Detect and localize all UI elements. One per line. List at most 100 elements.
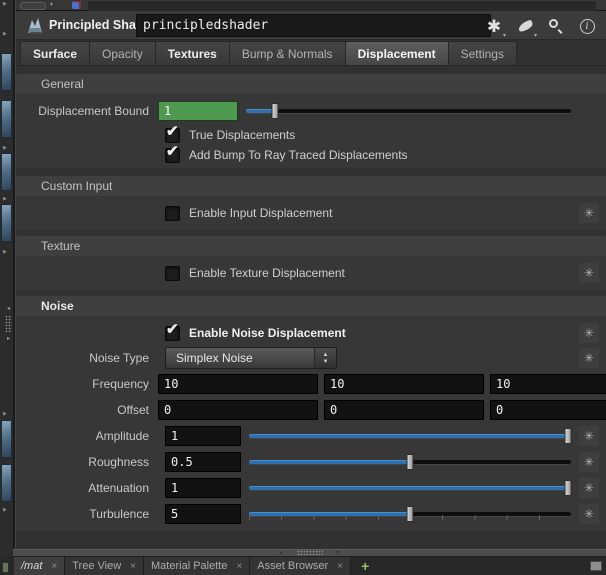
param-label: Amplitude (16, 429, 158, 443)
slider-fill (249, 512, 410, 516)
displacement-bound-slider[interactable] (246, 103, 571, 119)
shelf-thumbnail (2, 562, 9, 573)
node-name-input[interactable] (136, 14, 491, 37)
turbulence-slider[interactable] (249, 506, 571, 522)
shelf-thumbnail[interactable] (1, 420, 12, 458)
gear-menu-icon[interactable]: ✱ ▾ (483, 14, 505, 38)
shelf-arrow-icon[interactable]: ▶ (3, 2, 7, 7)
section-texture: Enable Texture Displacement ✳ (16, 256, 606, 290)
attenuation-slider[interactable] (249, 480, 571, 496)
shelf-arrow-icon[interactable]: ▶ (3, 32, 7, 37)
slider-handle[interactable] (272, 103, 279, 119)
shelf-arrow-icon[interactable]: ▶ (3, 508, 7, 513)
pane-tab-mat[interactable]: /mat × (14, 557, 65, 575)
slider-track[interactable] (246, 109, 571, 113)
tab-settings[interactable]: Settings (448, 41, 517, 65)
section-header-custom-input[interactable]: Custom Input (16, 176, 606, 196)
shelf-arrow-icon[interactable]: ▶ (3, 197, 7, 202)
param-label: Noise Type (16, 351, 158, 365)
new-tab-button[interactable]: + (351, 557, 379, 575)
parameter-pane: General Displacement Bound ✔ True Displa… (16, 66, 606, 549)
offset-x-input[interactable] (158, 400, 318, 420)
shelf-thumbnail[interactable] (1, 464, 12, 502)
splitter-grip-dots[interactable] (5, 315, 12, 333)
apply-material-brush-icon[interactable]: ▾ (514, 14, 536, 38)
param-menu-gear-icon[interactable]: ✳ (579, 263, 599, 283)
slider-handle[interactable] (407, 454, 414, 470)
offset-z-input[interactable] (490, 400, 606, 420)
slider-fill (249, 460, 410, 464)
param-menu-gear-icon[interactable]: ✳ (579, 426, 599, 446)
pane-corner-handle[interactable] (590, 561, 602, 571)
param-menu-gear-icon[interactable]: ✳ (579, 348, 599, 368)
roughness-input[interactable] (165, 452, 241, 472)
close-icon[interactable]: × (130, 561, 136, 572)
info-button[interactable]: i (576, 14, 598, 38)
amplitude-input[interactable] (165, 426, 241, 446)
param-menu-gear-icon[interactable]: ✳ (579, 504, 599, 524)
slider-handle[interactable] (407, 506, 414, 522)
displacement-bound-input[interactable] (158, 101, 238, 121)
section-header-texture[interactable]: Texture (16, 236, 606, 256)
add-bump-checkbox[interactable]: ✔ (165, 148, 180, 163)
param-row-enable-input: Enable Input Displacement ✳ (16, 196, 606, 230)
pane-tab-asset-browser[interactable]: Asset Browser × (250, 557, 351, 575)
shelf-thumbnail[interactable] (1, 100, 12, 138)
enable-noise-checkbox[interactable]: ✔ (165, 326, 180, 341)
attenuation-input[interactable] (165, 478, 241, 498)
upper-pane-field (88, 2, 596, 11)
pane-tab-tree-view[interactable]: Tree View × (65, 557, 144, 575)
divider-grip[interactable] (297, 550, 323, 556)
enable-input-checkbox[interactable] (165, 206, 180, 221)
shelf-thumbnail[interactable] (1, 204, 12, 242)
section-header-noise[interactable]: Noise (16, 296, 606, 316)
param-menu-gear-icon[interactable]: ✳ (579, 452, 599, 472)
param-row-true-displacements: ✔ True Displacements (16, 125, 606, 145)
amplitude-slider[interactable] (249, 428, 571, 444)
enable-texture-checkbox[interactable] (165, 266, 180, 281)
check-icon: ✔ (166, 142, 179, 160)
shelf-thumbnail[interactable] (1, 153, 12, 191)
collapse-up-icon[interactable]: ▴ (279, 550, 282, 556)
frequency-y-input[interactable] (324, 374, 484, 394)
section-header-general[interactable]: General (16, 74, 606, 94)
roughness-slider[interactable] (249, 454, 571, 470)
param-row-frequency: Frequency ✳ (16, 371, 606, 397)
tab-surface[interactable]: Surface (20, 41, 90, 65)
slider-handle[interactable] (564, 480, 571, 496)
tab-bump-normals[interactable]: Bump & Normals (229, 41, 346, 65)
tab-displacement[interactable]: Displacement (345, 41, 449, 65)
upper-pane-button[interactable] (20, 2, 46, 10)
tab-textures[interactable]: Textures (155, 41, 230, 65)
search-button[interactable] (545, 14, 567, 38)
section-noise: ✔ Enable Noise Displacement ✳ Noise Type… (16, 316, 606, 531)
param-row-enable-noise: ✔ Enable Noise Displacement ✳ (16, 321, 606, 345)
param-menu-gear-icon[interactable]: ✳ (579, 323, 599, 343)
offset-y-input[interactable] (324, 400, 484, 420)
splitter-right-icon[interactable]: ▸ (7, 336, 10, 342)
check-icon: ✔ (166, 122, 179, 140)
pane-splitter-grip[interactable]: ◂ ▸ (4, 306, 13, 342)
pane-tab-material-palette[interactable]: Material Palette × (144, 557, 250, 575)
checkbox-label: Enable Noise Displacement (189, 326, 346, 340)
collapse-down-icon[interactable]: ▾ (337, 550, 340, 556)
true-displacements-checkbox[interactable]: ✔ (165, 128, 180, 143)
shelf-arrow-icon[interactable]: ▶ (3, 412, 7, 417)
turbulence-input[interactable] (165, 504, 241, 524)
shelf-arrow-icon[interactable]: ▶ (3, 146, 7, 151)
frequency-z-input[interactable] (490, 374, 606, 394)
splitter-left-icon[interactable]: ◂ (7, 306, 10, 312)
noise-type-dropdown[interactable]: Simplex Noise ▲▼ (165, 347, 337, 369)
shelf-arrow-icon[interactable]: ▶ (3, 250, 7, 255)
close-icon[interactable]: × (236, 561, 242, 572)
close-icon[interactable]: × (51, 561, 57, 572)
param-menu-gear-icon[interactable]: ✳ (579, 203, 599, 223)
shelf-thumbnail[interactable] (1, 53, 12, 91)
slider-handle[interactable] (564, 428, 571, 444)
close-icon[interactable]: × (337, 561, 343, 572)
param-menu-gear-icon[interactable]: ✳ (579, 478, 599, 498)
param-row-attenuation: Attenuation ✳ (16, 475, 606, 501)
tab-opacity[interactable]: Opacity (89, 41, 156, 65)
frequency-x-input[interactable] (158, 374, 318, 394)
pane-divider[interactable]: ▴ ▾ (13, 549, 606, 557)
